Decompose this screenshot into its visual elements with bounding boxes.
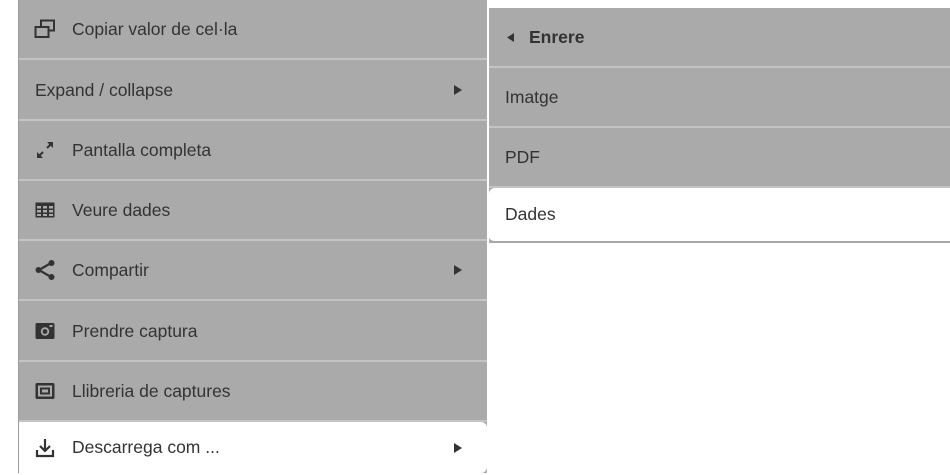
menu-item-expand-collapse[interactable]: Expand / collapse [19, 61, 487, 121]
snapshot-library-icon [33, 379, 57, 403]
camera-icon [33, 319, 57, 343]
submenu-item-label: PDF [505, 146, 540, 167]
chevron-left-icon [507, 32, 515, 42]
table-icon [33, 198, 57, 222]
menu-item-label: Llibreria de captures [72, 380, 231, 401]
menu-item-download-as[interactable]: Descarrega com ... [19, 422, 487, 473]
menu-item-label: Copiar valor de cel·la [72, 18, 238, 39]
menu-item-label: Pantalla completa [72, 139, 212, 160]
menu-item-label: Prendre captura [72, 320, 198, 341]
menu-item-snapshot-library[interactable]: Llibreria de captures [19, 362, 487, 422]
menu-item-copy-cell-value[interactable]: Copiar valor de cel·la [19, 0, 487, 60]
menu-item-label: Expand / collapse [35, 79, 174, 100]
share-icon [33, 258, 57, 282]
fullscreen-icon [33, 138, 57, 162]
chevron-right-icon [453, 84, 463, 96]
submenu-item-image[interactable]: Imatge [489, 68, 950, 128]
submenu-back-label: Enrere [529, 26, 585, 47]
menu-item-fullscreen[interactable]: Pantalla completa [19, 121, 487, 181]
chevron-right-icon [453, 442, 463, 454]
submenu-item-data[interactable]: Dades [489, 188, 950, 243]
submenu-item-label: Dades [505, 204, 556, 224]
menu-item-take-snapshot[interactable]: Prendre captura [19, 302, 487, 362]
context-menu: Copiar valor de cel·la Expand / collapse… [18, 0, 487, 473]
menu-item-share[interactable]: Compartir [19, 241, 487, 301]
chevron-right-icon [453, 264, 463, 276]
copy-icon [33, 17, 57, 41]
menu-item-label: Descarrega com ... [72, 437, 220, 457]
submenu-back-button[interactable]: Enrere [489, 8, 950, 68]
menu-item-view-data[interactable]: Veure dades [19, 181, 487, 241]
submenu-item-label: Imatge [505, 86, 559, 107]
submenu-item-pdf[interactable]: PDF [489, 128, 950, 188]
download-submenu: Enrere Imatge PDF Dades [489, 8, 950, 243]
download-icon [33, 436, 57, 460]
menu-item-label: Veure dades [72, 199, 171, 220]
menu-item-label: Compartir [72, 259, 149, 280]
